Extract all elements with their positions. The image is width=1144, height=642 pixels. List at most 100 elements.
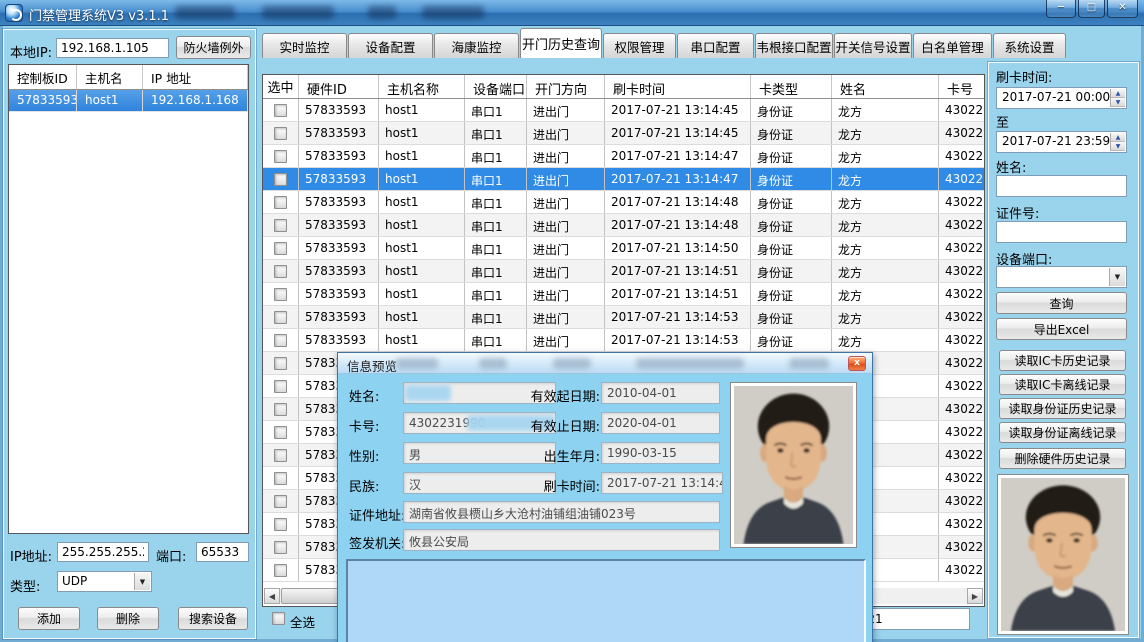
filter-port-select[interactable]: ▼ [996,266,1127,288]
add-device-button[interactable]: 添加 [18,607,80,630]
tab-0[interactable]: 实时监控 [262,33,347,58]
action-button-0[interactable]: 读取IC卡历史记录 [999,350,1126,371]
row-checkbox[interactable] [274,472,287,485]
minimize-button[interactable]: ─ [1046,0,1076,18]
device-row[interactable]: 57833593host1192.168.1.168 [9,90,248,112]
column-header[interactable]: 设备端口 [465,75,527,98]
row-checkbox[interactable] [274,288,287,301]
dlg-birth-value[interactable]: 1990-03-15 [601,442,720,464]
tab-9[interactable]: 系统设置 [993,33,1066,58]
maximize-button[interactable]: □ [1078,0,1105,18]
row-checkbox[interactable] [274,518,287,531]
column-header[interactable]: 刷卡时间 [605,75,751,98]
column-header[interactable]: 主机名称 [379,75,465,98]
firewall-exception-button[interactable]: 防火墙例外 [176,36,251,59]
dlg-valid-to-value[interactable]: 2020-04-01 [601,412,720,434]
tab-1[interactable]: 设备配置 [348,33,433,58]
dlg-valid-from-value[interactable]: 2010-04-01 [601,382,720,404]
history-row[interactable]: 57833593host1串口1进出门2017-07-21 13:14:50身份… [263,237,984,260]
column-header[interactable]: 卡类型 [751,75,832,98]
dialog-titlebar[interactable]: 信息预览 x [338,353,872,374]
action-button-2[interactable]: 读取身份证历史记录 [999,398,1126,419]
row-checkbox[interactable] [274,426,287,439]
row-checkbox[interactable] [274,541,287,554]
port-field[interactable] [196,542,249,562]
column-header[interactable]: 卡号 [939,75,984,98]
local-ip-field[interactable] [56,38,169,58]
row-checkbox[interactable] [274,127,287,140]
row-checkbox[interactable] [274,242,287,255]
action-button-3[interactable]: 读取身份证离线记录 [999,422,1126,443]
chevron-down-icon[interactable]: ▼ [134,573,150,590]
search-device-button[interactable]: 搜索设备 [178,607,248,630]
action-button-1[interactable]: 读取IC卡离线记录 [999,374,1126,395]
column-header[interactable]: 开门方向 [527,75,605,98]
action-button-4[interactable]: 删除硬件历史记录 [999,448,1126,469]
row-checkbox[interactable] [274,449,287,462]
row-checkbox[interactable] [274,196,287,209]
row-checkbox[interactable] [274,495,287,508]
history-cell: 串口1 [465,260,527,282]
time-from-field[interactable]: 2017-07-21 00:00 ▲▼ [996,87,1127,109]
column-header[interactable]: IP 地址 [143,65,248,89]
spinner-icon[interactable]: ▲▼ [1110,133,1125,151]
filter-cert-field[interactable] [996,221,1127,243]
tab-4[interactable]: 权限管理 [603,33,676,58]
dlg-issuer-value[interactable]: 攸县公安局 [403,529,720,551]
column-header[interactable]: 选中 [263,75,299,98]
scroll-right-icon[interactable]: ▶ [967,588,983,604]
censor-blur [396,358,438,369]
export-excel-button[interactable]: 导出Excel [996,318,1127,340]
select-all-checkbox[interactable] [272,612,285,625]
history-cell: 龙方 [832,237,939,259]
time-to-field[interactable]: 2017-07-21 23:59 ▲▼ [996,131,1127,153]
history-row[interactable]: 57833593host1串口1进出门2017-07-21 13:14:47身份… [263,168,984,191]
tab-5[interactable]: 串口配置 [677,33,754,58]
tab-8[interactable]: 白名单管理 [913,33,992,58]
tab-2[interactable]: 海康监控 [434,33,519,58]
history-cell: 身份证 [751,99,832,121]
dlg-address-value[interactable]: 湖南省攸县槚山乡大沧村油铺组油铺023号 [403,501,720,523]
chevron-down-icon[interactable]: ▼ [1109,268,1125,286]
history-row[interactable]: 57833593host1串口1进出门2017-07-21 13:14:51身份… [263,260,984,283]
row-checkbox[interactable] [274,334,287,347]
broadcast-ip-field[interactable] [57,542,149,562]
row-checkbox[interactable] [274,564,287,577]
row-checkbox[interactable] [274,380,287,393]
column-header[interactable]: 主机名 [77,65,143,89]
row-checkbox[interactable] [274,311,287,324]
row-checkbox[interactable] [274,173,287,186]
query-button[interactable]: 查询 [996,292,1127,314]
scroll-left-icon[interactable]: ◀ [264,588,280,604]
spinner-icon[interactable]: ▲▼ [1110,89,1125,107]
delete-device-button[interactable]: 删除 [97,607,159,630]
close-button[interactable]: ✕ [1107,0,1138,18]
window-titlebar[interactable]: 门禁管理系统V3 v3.1.1 ─ □ ✕ [0,0,1144,26]
history-row[interactable]: 57833593host1串口1进出门2017-07-21 13:14:45身份… [263,99,984,122]
history-row[interactable]: 57833593host1串口1进出门2017-07-21 13:14:48身份… [263,191,984,214]
history-row[interactable]: 57833593host1串口1进出门2017-07-21 13:14:51身份… [263,283,984,306]
tab-3[interactable]: 开门历史查询 [520,28,602,58]
history-row[interactable]: 57833593host1串口1进出门2017-07-21 13:14:53身份… [263,306,984,329]
tab-7[interactable]: 开关信号设置 [834,33,912,58]
dialog-close-button[interactable]: x [848,356,866,371]
column-header[interactable]: 姓名 [832,75,939,98]
type-select[interactable]: UDP ▼ [57,571,152,592]
tab-6[interactable]: 韦根接口配置 [755,33,833,58]
row-checkbox[interactable] [274,357,287,370]
column-header[interactable]: 控制板ID [9,65,77,89]
row-checkbox[interactable] [274,403,287,416]
history-row[interactable]: 57833593host1串口1进出门2017-07-21 13:14:53身份… [263,329,984,352]
history-row[interactable]: 57833593host1串口1进出门2017-07-21 13:14:45身份… [263,122,984,145]
history-row[interactable]: 57833593host1串口1进出门2017-07-21 13:14:47身份… [263,145,984,168]
column-header[interactable]: 硬件ID [299,75,379,98]
row-checkbox[interactable] [274,265,287,278]
row-checkbox[interactable] [274,104,287,117]
filter-name-field[interactable] [996,175,1127,197]
row-checkbox[interactable] [274,219,287,232]
history-row[interactable]: 57833593host1串口1进出门2017-07-21 13:14:48身份… [263,214,984,237]
row-checkbox[interactable] [274,150,287,163]
checkbox-cell [263,99,299,121]
dlg-swipe-value[interactable]: 2017-07-21 13:14:47 [601,472,723,494]
history-cell: 43022 [939,444,984,466]
